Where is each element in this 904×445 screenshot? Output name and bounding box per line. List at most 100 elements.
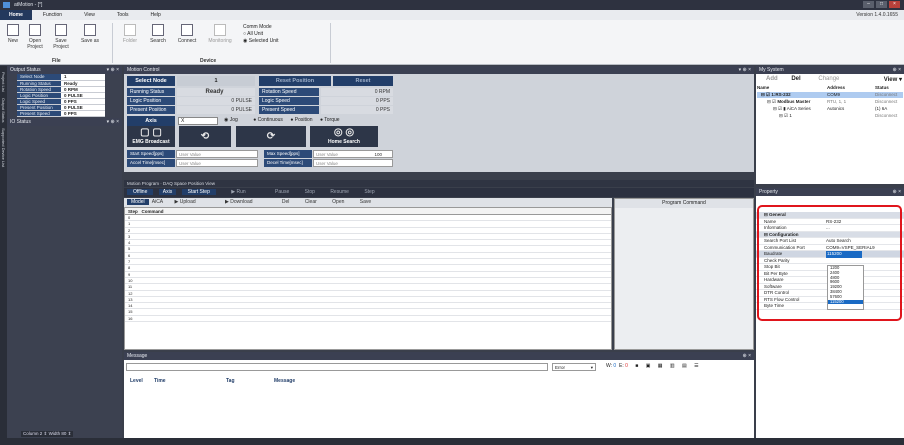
connect-button[interactable]: Connect (174, 24, 200, 44)
menu-home[interactable]: Home (0, 10, 32, 20)
io-status-header: IO Status ▾ ⊕ × (7, 117, 122, 126)
menu-function[interactable]: Function (32, 12, 73, 18)
system-row-unit[interactable]: ⊟ ☑ 1 Disconnect (757, 113, 903, 119)
run-button[interactable]: ▶ Run (231, 189, 259, 195)
column-width-control[interactable]: Column 2 ⇕ Width 80 ⇕ (21, 431, 74, 437)
side-tab-strip: Project List Output Status Supported Dev… (0, 66, 7, 438)
system-row-rs232[interactable]: ⊟ ☑ 1:RS-232 COM9 Disconnect (757, 92, 903, 98)
menu-bar: Home Function View Tools Help Version 1.… (0, 10, 904, 20)
clear-button[interactable]: Clear (305, 199, 317, 205)
system-columns: Name Address Status (757, 85, 889, 90)
axis-select[interactable]: X (178, 117, 218, 125)
program-tabs[interactable]: Motion Program · DAQ Space Position View (124, 180, 754, 187)
message-tool-icons[interactable]: ■ ▣ ▦ ▥ ▤ ☰ (635, 363, 701, 369)
output-status-panel: Output Status ▾ ⊕ × Select Node 1 Running … (7, 66, 122, 438)
jog-cw-button[interactable]: ⟳ (236, 126, 306, 147)
select-node-label: Select Node (127, 76, 175, 86)
save-as-icon (84, 24, 96, 36)
start-speed-input[interactable]: User Value (176, 150, 258, 158)
max-speed-input[interactable]: User Value 100 (313, 150, 393, 158)
table-row[interactable]: 16 (125, 316, 611, 323)
reset-button[interactable]: Reset (333, 76, 393, 86)
jog-ccw-button[interactable]: ⟲ (179, 126, 231, 147)
pause-button[interactable]: Pause (275, 189, 289, 195)
maximize-button[interactable]: □ (876, 1, 887, 8)
stop-icon: ▢ ▢ (140, 127, 162, 138)
window-title: atMotion - [*] (14, 2, 43, 8)
search-button[interactable]: Search (146, 24, 170, 44)
message-columns: Level Time Tag Message (130, 378, 296, 384)
program-grid: Step Command 0 1 2 3 4 5 6 7 8 9 10 11 1… (124, 207, 612, 350)
menu-view[interactable]: View (73, 12, 106, 18)
message-search-input[interactable] (126, 363, 548, 371)
system-row-aica[interactable]: ⊟ ☑ ▮ AiCA Series Autonics (1) 6A (757, 106, 903, 112)
side-tab-project-list[interactable]: Project List (1, 72, 6, 92)
property-header: Property ⊕ × (756, 188, 904, 196)
accel-time-input[interactable]: User Value (176, 159, 258, 167)
reset-position-button[interactable]: Reset Position (259, 76, 331, 86)
torque-radio[interactable]: ● Torque (320, 117, 340, 123)
connect-icon (181, 24, 193, 36)
emg-button[interactable]: ▢ ▢ EMG Broadcast (127, 126, 175, 147)
add-button[interactable]: Add (766, 76, 778, 82)
minimize-button[interactable]: – (863, 1, 874, 8)
download-button[interactable]: ▶ Download (225, 199, 266, 205)
upload-button[interactable]: ▶ Upload (175, 199, 210, 205)
axis-label: Axis (127, 116, 175, 126)
program-edit-toolbar: Model AiCA ▶ Upload ▶ Download Del Clear… (124, 198, 612, 207)
del-button[interactable]: Del (282, 199, 290, 205)
app-icon (3, 2, 10, 8)
system-row-modbus[interactable]: ⊟ ☑ Modbus Master RTU, 1, 1 Disconnect (757, 99, 903, 105)
open-button[interactable]: Open (332, 199, 344, 205)
system-toolbar: Add Del Change View ▾ (766, 76, 902, 83)
jog-radio[interactable]: ◉ Jog (224, 117, 238, 123)
status-bar (0, 438, 904, 445)
program-toolbar: Offline Axis Start Step ▶ Run Pause Stop… (124, 188, 754, 197)
search-icon (152, 24, 164, 36)
resume-button[interactable]: Resume (330, 189, 349, 195)
step-button[interactable]: Step (364, 189, 374, 195)
home-search-button[interactable]: ◎ ◎ Home Search (310, 126, 378, 147)
monitoring-icon (214, 24, 226, 36)
save-project-button[interactable]: Save Project (50, 24, 72, 50)
open-icon (29, 24, 41, 36)
open-project-button[interactable]: Open Project (24, 24, 46, 50)
program-grid-header: Step Command (125, 208, 611, 215)
stop-button[interactable]: Stop (305, 189, 315, 195)
monitoring-button[interactable]: Monitoring (204, 24, 236, 44)
side-tab-output-status[interactable]: Output Status (1, 98, 6, 122)
new-button[interactable]: New (6, 24, 20, 44)
program-command-panel: Program Command (614, 198, 754, 350)
pin-close-icon[interactable]: ▾ ⊕ × (107, 66, 119, 74)
position-radio[interactable]: ● Position (290, 117, 312, 123)
all-unit-radio[interactable]: ○ All Unit (243, 31, 279, 38)
output-status-header: Output Status ▾ ⊕ × (7, 66, 122, 74)
start-step-button[interactable]: Start Step (181, 189, 216, 195)
folder-button[interactable]: Folder (118, 24, 142, 44)
message-filter-select[interactable]: Error ▾ (552, 363, 596, 371)
menu-tools[interactable]: Tools (106, 12, 140, 18)
view-menu[interactable]: View ▾ (884, 76, 902, 83)
save-icon (55, 24, 67, 36)
version-label: Version 1.4.0.1655 (856, 12, 898, 18)
side-tab-device-list[interactable]: Supported Device List (1, 128, 6, 167)
selected-unit-radio[interactable]: ◉ Selected Unit (243, 38, 279, 45)
model-select[interactable]: AiCA (152, 199, 163, 205)
highlight-box (757, 205, 902, 321)
save-as-button[interactable]: Save as (76, 24, 104, 44)
change-button[interactable]: Change (818, 76, 839, 82)
save-button[interactable]: Save (360, 199, 371, 205)
group-file-label: File (52, 58, 61, 64)
menu-help[interactable]: Help (140, 12, 172, 18)
continuous-radio[interactable]: ● Continuous (253, 117, 283, 123)
output-status-table: Select Node 1 Running Status Ready Rotatio… (17, 74, 105, 117)
program-command-title: Program Command (615, 199, 753, 208)
window-controls: – □ × (863, 1, 900, 8)
my-system-panel: My System ⊕ × Add Del Change View ▾ Name … (756, 66, 904, 184)
offline-button[interactable]: Offline (127, 189, 154, 195)
my-system-header: My System ⊕ × (756, 66, 904, 74)
decel-time-input[interactable]: User Value (313, 159, 393, 167)
close-button[interactable]: × (889, 1, 900, 8)
folder-icon (124, 24, 136, 36)
del-system-button[interactable]: Del (791, 76, 800, 82)
